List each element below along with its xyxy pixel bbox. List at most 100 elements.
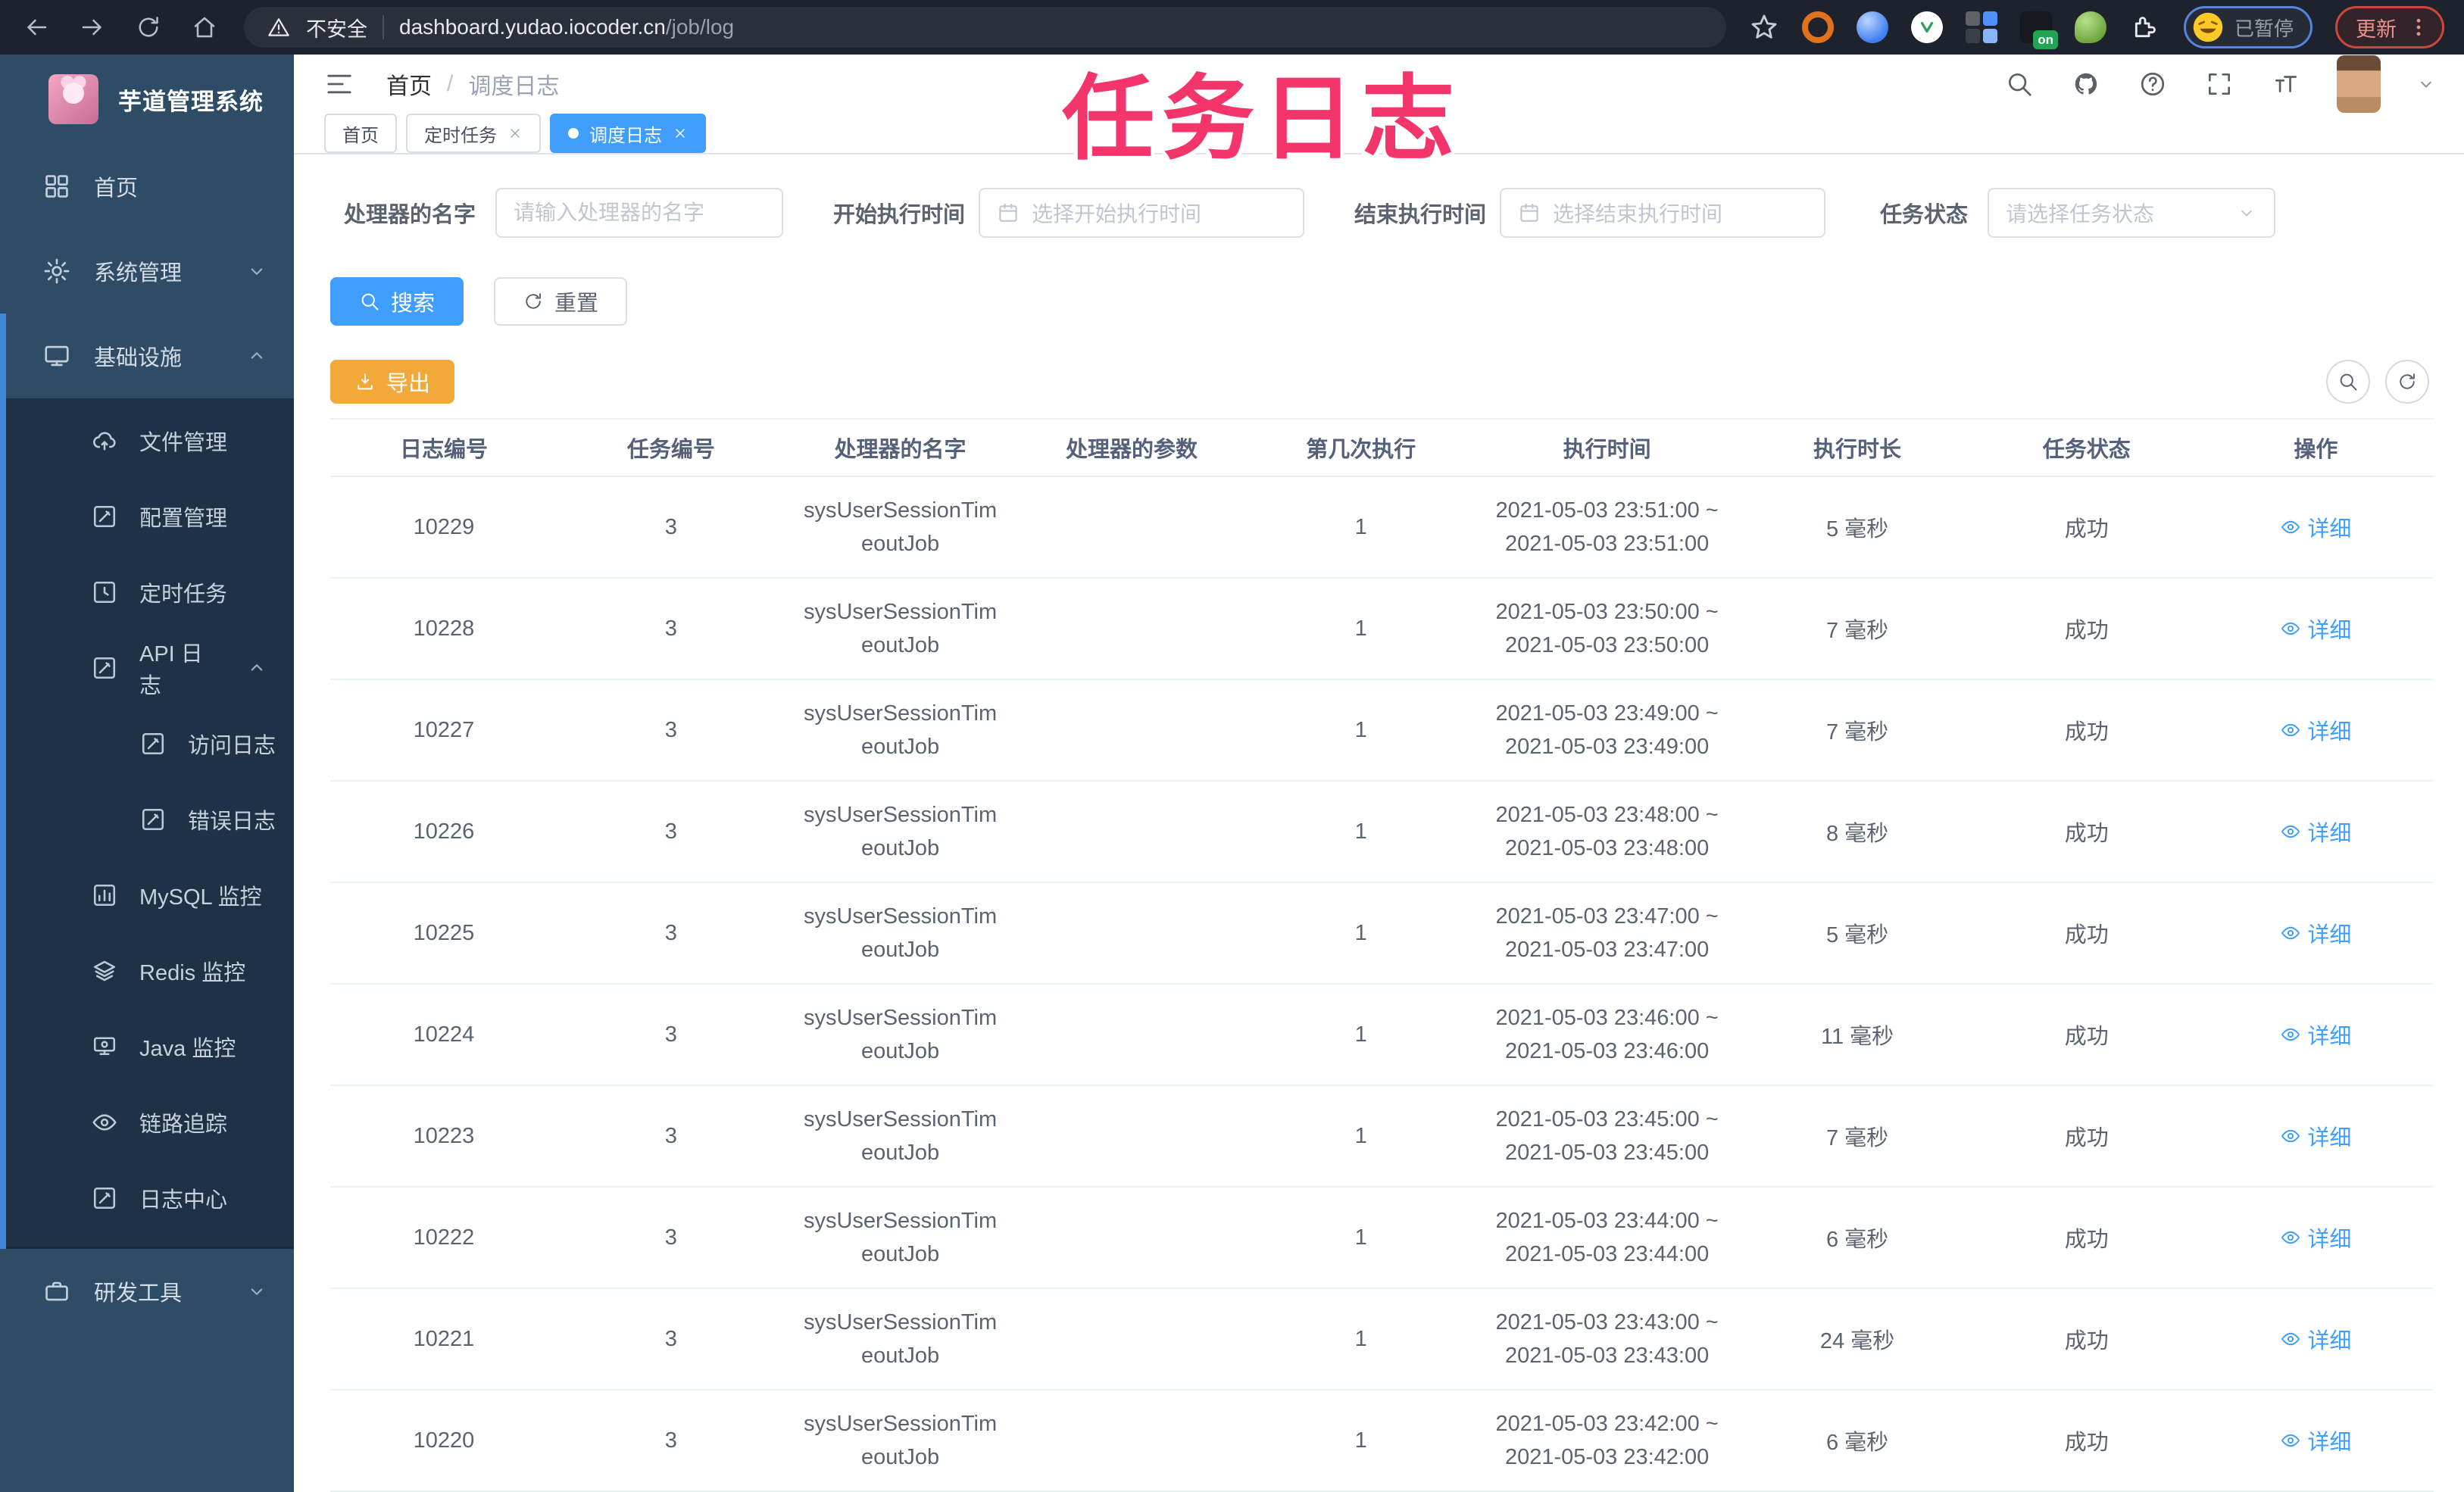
detail-link[interactable]: 详细 [2280,1323,2351,1355]
sidebar-item-error-log[interactable]: 错误日志 [6,782,294,857]
active-tab-dot [568,128,579,139]
sidebar-item-mysql[interactable]: MySQL 监控 [6,857,294,933]
breadcrumb-home[interactable]: 首页 [386,67,432,101]
app-logo[interactable]: 芋道管理系统 [0,55,294,144]
extension-orange-icon[interactable] [1801,11,1834,43]
sidebar-item-access-log[interactable]: 访问日志 [6,706,294,782]
detail-link[interactable]: 详细 [2280,816,2351,847]
url-divider [383,15,384,39]
tab-job[interactable]: 定时任务 [406,114,541,153]
search-icon [2338,371,2359,392]
extension-switch-icon[interactable]: on [2019,11,2058,49]
export-button[interactable]: 导出 [330,360,455,404]
update-button[interactable]: 更新 [2335,6,2444,48]
clock-square-icon [91,579,118,606]
sidebar-item-config[interactable]: 配置管理 [6,479,294,554]
calendar-icon [997,201,1020,224]
cell-exec-index: 1 [1354,1326,1367,1351]
monitor-icon [42,342,71,370]
close-icon[interactable] [673,126,688,141]
sidebar-toggle-button[interactable] [323,67,356,101]
cell-exec-time: 2021-05-03 23:47:00 ~ 2021-05-03 23:47:0… [1475,900,1740,966]
detail-link[interactable]: 详细 [2280,917,2351,949]
refresh-icon [523,291,544,312]
pen-square-icon [139,730,167,757]
detail-link[interactable]: 详细 [2280,613,2351,645]
handler-name-input[interactable] [495,188,783,238]
cell-duration: 5 毫秒 [1825,923,1889,947]
sidebar-item-api-log[interactable]: API 日志 [6,630,294,706]
detail-link-label: 详细 [2307,821,2352,846]
kebab-menu-icon[interactable] [2407,16,2430,39]
end-time-picker[interactable]: 选择结束执行时间 [1500,188,1825,238]
reload-button[interactable] [132,11,165,44]
table-refresh-button[interactable] [2385,360,2429,404]
close-icon[interactable] [507,126,523,141]
cell-exec-time: 2021-05-03 23:48:00 ~ 2021-05-03 23:48:0… [1475,798,1740,865]
fullscreen-button[interactable] [2203,68,2235,100]
tab-home[interactable]: 首页 [324,114,397,153]
sidebar-item-trace[interactable]: 链路追踪 [6,1085,294,1160]
url-bar[interactable]: 不安全 dashboard.yudao.iocoder.cn/job/log [244,7,1726,48]
extension-grid-icon[interactable] [1965,11,1997,43]
sidebar-item-home[interactable]: 首页 [0,144,294,229]
start-time-label: 开始执行时间 [833,203,966,227]
header-search-button[interactable] [2003,68,2035,100]
back-button[interactable] [20,11,53,44]
time-line2: 2021-05-03 23:47:00 [1504,938,1710,962]
sidebar-item-redis[interactable]: Redis 监控 [6,933,294,1009]
bookmark-star-icon[interactable] [1749,12,1779,42]
sidebar-submenu-infra: 文件管理 配置管理 定时任务 API 日志 访问日志 错误日志 MySQL 监控… [6,398,294,1249]
sidebar-item-file[interactable]: 文件管理 [6,403,294,479]
toggle-search-button[interactable] [2326,360,2370,404]
detail-link-label: 详细 [2307,618,2352,643]
extension-blue-icon[interactable] [1856,11,1888,43]
detail-link[interactable]: 详细 [2280,714,2351,746]
v-glyph-icon [1917,17,1937,37]
detail-link[interactable]: 详细 [2280,1222,2351,1253]
handler-name-field[interactable] [514,201,765,225]
sidebar-item-label: 日志中心 [139,1188,228,1213]
sidebar-item-infra[interactable]: 基础设施 [6,314,294,398]
sidebar-item-system[interactable]: 系统管理 [0,229,294,314]
column-header: 任务状态 [2042,438,2131,462]
sidebar-item-dev-tools[interactable]: 研发工具 [0,1249,294,1334]
github-button[interactable] [2070,68,2102,100]
help-button[interactable] [2137,68,2169,100]
profile-chip[interactable]: 已暂停 [2183,6,2313,48]
sidebar-item-job[interactable]: 定时任务 [6,554,294,630]
security-label: 不安全 [306,17,367,41]
detail-link[interactable]: 详细 [2280,511,2351,543]
time-line2: 2021-05-03 23:50:00 [1504,633,1710,657]
detail-link[interactable]: 详细 [2280,1425,2351,1456]
time-line1: 2021-05-03 23:43:00 ~ [1495,1310,1719,1334]
tab-log[interactable]: 调度日志 [550,114,706,153]
detail-link[interactable]: 详细 [2280,1019,2351,1050]
user-avatar[interactable] [2337,55,2381,113]
cell-log-id: 10221 [413,1326,475,1351]
time-line1: 2021-05-03 23:50:00 ~ [1495,600,1719,624]
avatar-caret-down-icon[interactable] [2416,73,2437,95]
extension-leaf-icon[interactable] [2074,11,2106,43]
cell-status: 成功 [2064,1126,2109,1150]
reset-button[interactable]: 重置 [494,277,628,326]
task-status-select[interactable]: 请选择任务状态 [1988,188,2275,238]
table-row: 10221 3 sysUserSessionTim eoutJob 1 2021… [330,1289,2434,1391]
font-size-button[interactable] [2270,68,2302,100]
cell-handler-name: sysUserSessionTim eoutJob [785,1204,1016,1271]
time-line2: 2021-05-03 23:42:00 [1504,1445,1710,1469]
sidebar-item-label: 配置管理 [139,507,228,531]
forward-button[interactable] [76,11,109,44]
cell-task-id: 3 [664,1428,677,1453]
sidebar-item-java[interactable]: Java 监控 [6,1009,294,1085]
extension-green-v-icon[interactable] [1910,11,1943,43]
page-content: 处理器的名字 开始执行时间 选择开始执行时间 结束执行时间 选择结束执行时间 任… [294,155,2464,1492]
start-time-picker[interactable]: 选择开始执行时间 [979,188,1304,238]
sidebar-item-log-center[interactable]: 日志中心 [6,1160,294,1236]
extensions-puzzle-icon[interactable] [2129,11,2161,43]
layers-icon [91,957,118,985]
detail-link[interactable]: 详细 [2280,1120,2351,1152]
chevron-up-icon [245,345,268,367]
home-button[interactable] [188,11,221,44]
search-button[interactable]: 搜索 [330,277,464,326]
